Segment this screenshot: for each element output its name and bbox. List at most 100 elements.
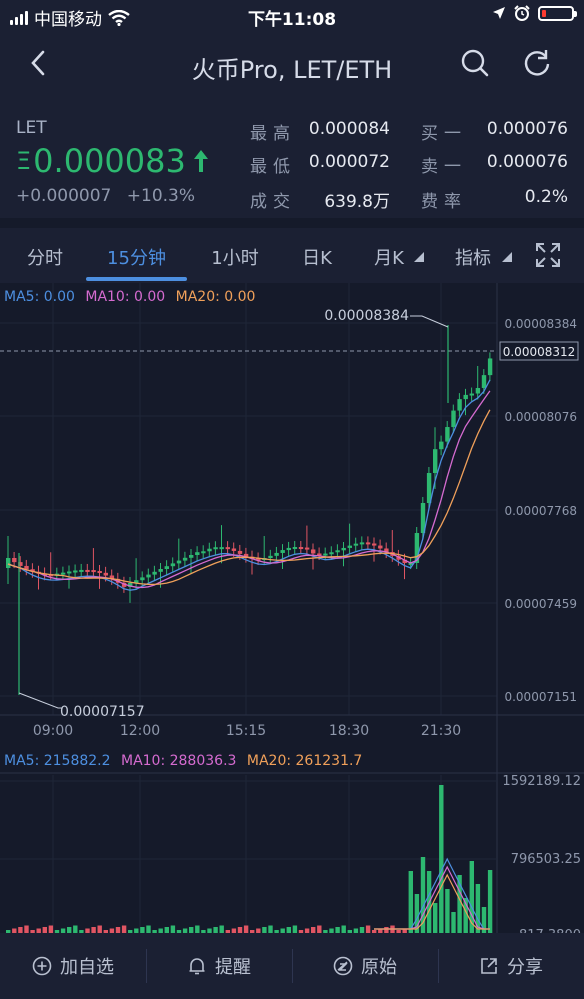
stat-bid-value: 0.000076 [486, 119, 568, 139]
volume-tick-label: 796503.25 [511, 852, 581, 867]
volume-bar [292, 925, 298, 933]
stat-volume: 成交 639.8万 [250, 187, 390, 212]
candle-body [378, 545, 383, 549]
nav-bar: 火币Pro, LET/ETH [0, 30, 584, 100]
tab-indicators[interactable]: 指标 [452, 244, 494, 270]
x-tick-label: 18:30 [329, 723, 369, 739]
vol-ma10-label: MA10: 288036.3 [120, 753, 237, 769]
candle-body [481, 375, 487, 388]
candle-body [182, 557, 188, 561]
month-dropdown-icon[interactable] [414, 252, 424, 262]
candle-body [219, 547, 224, 550]
battery-icon [538, 5, 577, 21]
volume-bar [439, 785, 444, 933]
volume-bar [451, 912, 456, 933]
candle-body [85, 569, 90, 572]
bell-icon [189, 958, 205, 975]
candle-body [359, 542, 365, 545]
candle-body [292, 547, 298, 550]
refresh-icon[interactable] [522, 48, 552, 78]
raw-button[interactable]: 原始 [292, 933, 438, 999]
candle-body [79, 569, 84, 572]
volume-bar [487, 870, 493, 933]
fullscreen-icon[interactable] [535, 242, 561, 268]
candle-body [323, 553, 328, 556]
candle-body [97, 571, 102, 574]
volume-bar [48, 925, 54, 933]
x-tick-label: 09:00 [33, 723, 73, 739]
alert-button[interactable]: 提醒 [146, 933, 292, 999]
indicator-dropdown-icon[interactable] [502, 252, 512, 262]
tab-day[interactable]: 日K [296, 244, 338, 270]
candle-body [67, 571, 72, 574]
kline-svg[interactable]: 0.00008384 0.00008076 0.00007768 0.00007459… [0, 283, 584, 933]
share-button[interactable]: 分享 [438, 933, 584, 999]
stat-fee-value: 0.2% [524, 187, 568, 207]
candle-body [311, 549, 316, 554]
y-tick-label: 0.00007151 [504, 690, 577, 704]
candle-body [280, 550, 285, 553]
search-icon[interactable] [460, 48, 490, 78]
location-icon [493, 7, 505, 19]
candle-body [469, 393, 474, 396]
candle-body [12, 558, 17, 563]
x-tick-label: 15:15 [226, 723, 266, 739]
candle-body [286, 547, 291, 551]
volume-bar [170, 925, 176, 933]
candle-body [451, 410, 456, 428]
stat-volume-value: 639.8万 [324, 192, 390, 212]
status-bar: 中国移动 下午11:08 [0, 0, 584, 30]
candle-body [457, 399, 462, 411]
volume-bar [317, 925, 322, 933]
tab-15min[interactable]: 15分钟 [86, 244, 187, 270]
volume-tick-label: 1592189.12 [502, 774, 581, 789]
volume-bar [341, 925, 346, 933]
stat-volume-label: 成交 [250, 192, 296, 212]
candle-body [365, 542, 371, 545]
volume-bar [121, 925, 127, 933]
y-tick-label: 0.00007768 [504, 504, 577, 518]
kline-chart-area[interactable]: 0.00008384 0.00008076 0.00007768 0.00007459… [0, 283, 584, 933]
stat-bid-label: 买一 [421, 124, 467, 144]
low-marker-line [18, 692, 62, 709]
candle-body [487, 358, 493, 376]
candle-body [329, 552, 334, 555]
volume-bar [146, 925, 151, 933]
candle-body [353, 543, 359, 546]
candle-body [176, 560, 182, 564]
eth-symbol: Ξ [16, 147, 32, 175]
tab-month[interactable]: 月K [372, 244, 406, 270]
tab-timeshare[interactable]: 分时 [22, 244, 68, 270]
candle-body [463, 394, 468, 400]
stat-ask-value: 0.000076 [486, 152, 568, 172]
ma10-label: MA10: 0.00 [85, 289, 166, 305]
candle-body [201, 551, 206, 554]
tab-1hour[interactable]: 1小时 [204, 244, 266, 270]
candle-body [445, 427, 450, 442]
candle-body [189, 555, 194, 558]
plus-circle-icon [32, 956, 52, 976]
arrow-up-icon [193, 150, 208, 172]
raw-label: 原始 [361, 957, 397, 978]
no-filter-icon [333, 956, 353, 976]
x-tick-label: 12:00 [120, 723, 160, 739]
ma-legend: MA5: 0.00 MA10: 0.00 MA20: 0.00 [4, 289, 255, 305]
candle-body [225, 547, 230, 550]
ticker-panel: LET Ξ 0.000083 +0.000007 +10.3% 最高 0.0000… [0, 100, 584, 218]
candle-body [237, 550, 243, 554]
share-label: 分享 [507, 957, 543, 978]
candle-body [91, 570, 96, 573]
volume-ma-legend: MA5: 215882.2 MA10: 288036.3 MA20: 26123… [4, 753, 362, 769]
candle-body [195, 552, 200, 555]
ticker-symbol: LET [16, 118, 47, 138]
low-marker-label: 0.00007157 [60, 704, 145, 720]
ma5-label: MA5: 0.00 [4, 289, 75, 305]
add-favorite-button[interactable]: 加自选 [0, 933, 146, 999]
candle-body [347, 545, 352, 548]
vol-ma20-label: MA20: 261231.7 [246, 753, 363, 769]
x-tick-label: 21:30 [421, 723, 461, 739]
stat-low-label: 最低 [250, 157, 296, 177]
candle-body [298, 547, 304, 550]
candle-body [207, 548, 212, 552]
status-right [492, 5, 577, 21]
